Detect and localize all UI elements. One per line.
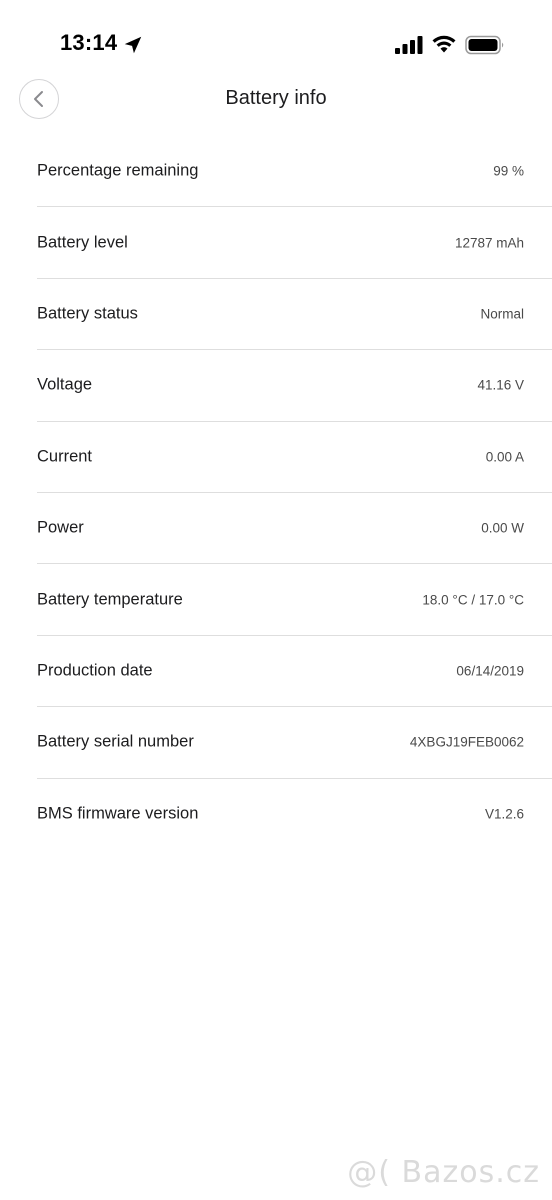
row-current: Current 0.00 A (37, 422, 552, 493)
battery-info-list: Percentage remaining 99 % Battery level … (0, 136, 552, 850)
row-value: 06/14/2019 (456, 663, 524, 679)
row-value: 41.16 V (477, 377, 524, 393)
cellular-signal-icon (395, 36, 423, 54)
row-battery-temperature: Battery temperature 18.0 °C / 17.0 °C (37, 564, 552, 636)
battery-icon (465, 35, 504, 55)
row-label: Battery temperature (37, 590, 183, 609)
row-value: 4XBGJ19FEB0062 (409, 734, 524, 750)
navigation-bar: Battery info (0, 75, 552, 123)
row-label: Battery status (37, 304, 138, 323)
row-value: 0.00 W (481, 520, 524, 536)
row-label: Power (37, 518, 84, 537)
row-label: BMS firmware version (37, 804, 199, 823)
page-title: Battery info (225, 87, 327, 109)
row-label: Battery serial number (37, 732, 194, 751)
row-value: 12787 mAh (454, 235, 524, 251)
row-battery-level: Battery level 12787 mAh (37, 207, 552, 279)
status-time: 13:14 (60, 30, 118, 55)
row-voltage: Voltage 41.16 V (37, 350, 552, 422)
location-arrow-icon (124, 36, 142, 54)
row-percentage-remaining: Percentage remaining 99 % (37, 136, 552, 208)
row-production-date: Production date 06/14/2019 (37, 636, 552, 708)
row-value: Normal (480, 306, 524, 322)
row-power: Power 0.00 W (37, 493, 552, 565)
row-bms-firmware-version: BMS firmware version V1.2.6 (37, 779, 552, 850)
row-value: V1.2.6 (484, 806, 524, 822)
row-value: 0.00 A (485, 449, 524, 465)
row-label: Battery level (37, 233, 128, 252)
watermark: @( Bazos.cz (347, 1155, 540, 1190)
wifi-icon (432, 35, 456, 53)
row-value: 18.0 °C / 17.0 °C (422, 592, 524, 608)
row-value: 99 % (493, 163, 524, 179)
row-battery-status: Battery status Normal (37, 279, 552, 351)
row-battery-serial-number: Battery serial number 4XBGJ19FEB0062 (37, 707, 552, 779)
row-label: Production date (37, 661, 153, 680)
row-label: Current (37, 447, 93, 466)
row-label: Voltage (37, 375, 93, 394)
row-label: Percentage remaining (37, 161, 199, 180)
